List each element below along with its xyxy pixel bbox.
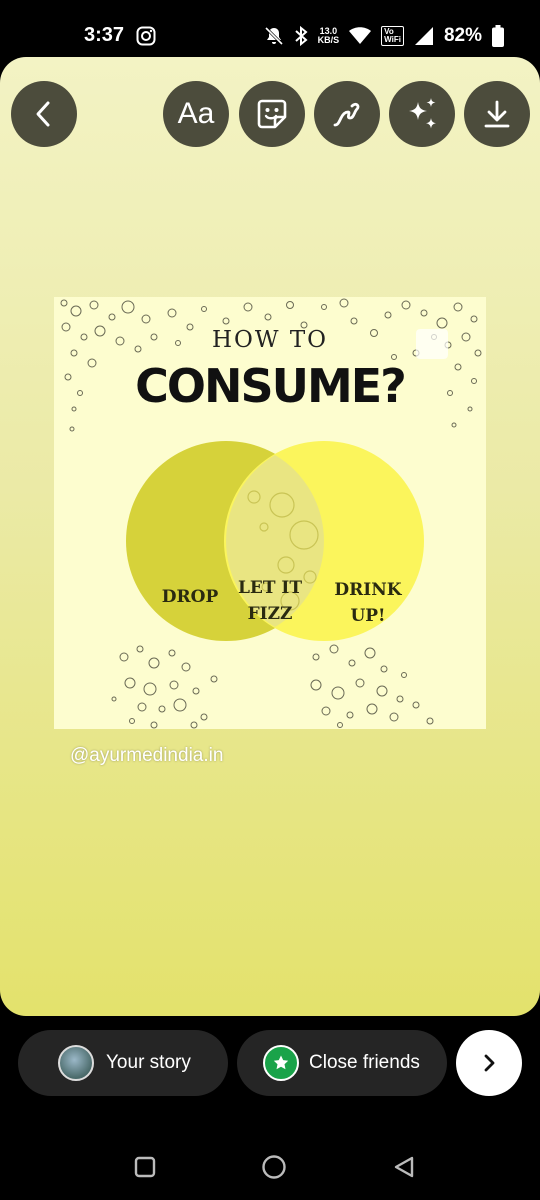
instagram-icon: [136, 26, 156, 46]
back-button[interactable]: [11, 81, 77, 147]
back-triangle-icon: [394, 1156, 414, 1178]
post-image[interactable]: HOW TO CONSUME? DROP LET IT FIZZ DRINK U…: [54, 297, 486, 729]
your-story-label: Your story: [106, 1052, 191, 1073]
venn-label-left: DROP: [150, 584, 230, 610]
recents-button[interactable]: [132, 1154, 158, 1180]
venn-label-middle: LET IT FIZZ: [230, 575, 310, 627]
recents-square-icon: [134, 1156, 156, 1178]
status-bar: 3:37 13.0 KB/S Vo WiFi 82%: [0, 0, 540, 60]
wifi-icon: [349, 27, 372, 44]
venn-middle-line2: FIZZ: [247, 604, 293, 624]
avatar: [58, 1045, 94, 1081]
download-button[interactable]: [464, 81, 530, 147]
venn-left-text: DROP: [161, 587, 219, 607]
chevron-right-icon: [484, 1054, 495, 1072]
post-heading-small: HOW TO: [211, 327, 329, 353]
volte-badge: Vo WiFi: [381, 26, 404, 46]
close-friends-label: Close friends: [309, 1052, 420, 1073]
battery-percent: 82%: [443, 25, 482, 46]
draw-icon: [333, 102, 360, 127]
net-speed-unit: KB/S: [317, 35, 340, 45]
your-story-button[interactable]: Your story: [18, 1030, 228, 1096]
venn-middle-line1: LET IT: [237, 578, 303, 598]
cell-signal-icon: [414, 27, 433, 45]
close-friends-button[interactable]: Close friends: [237, 1030, 447, 1096]
net-speed: 13.0 KB/S: [318, 27, 340, 45]
post-heading-large: CONSUME?: [135, 359, 407, 413]
back-nav-button[interactable]: [391, 1154, 417, 1180]
sticker-button[interactable]: [239, 81, 305, 147]
sticker-icon: [257, 99, 287, 129]
draw-button[interactable]: [314, 81, 380, 147]
home-circle-icon: [262, 1155, 286, 1179]
story-canvas: Aa HOW TO CONSUME? DROP LET IT FIZZ DRIN…: [0, 57, 540, 1016]
effects-button[interactable]: [389, 81, 455, 147]
account-handle[interactable]: @ayurmedindia.in: [70, 745, 223, 767]
effects-icon: [409, 98, 436, 129]
home-button[interactable]: [261, 1154, 287, 1180]
venn-label-right: DRINK UP!: [328, 577, 408, 629]
mute-notification-icon: [264, 26, 283, 46]
bubbles-bottom-left: [111, 645, 218, 729]
close-friends-star-icon: [263, 1045, 299, 1081]
status-icons: 13.0 KB/S Vo WiFi 82%: [264, 20, 504, 52]
text-tool-label: Aa: [177, 97, 215, 130]
bubbles-bottom-right: [310, 644, 434, 728]
volte-line2: WiFi: [384, 35, 401, 44]
download-icon: [484, 100, 510, 128]
system-navbar: [0, 1130, 540, 1200]
next-button[interactable]: [456, 1030, 522, 1096]
text-tool-button[interactable]: Aa: [163, 81, 229, 147]
chevron-left-icon: [36, 101, 50, 127]
venn-right-line1: DRINK: [334, 580, 402, 600]
status-time: 3:37: [84, 24, 125, 46]
venn-right-line2: UP!: [350, 606, 386, 626]
bluetooth-icon: [294, 25, 308, 47]
battery-icon: [492, 25, 504, 47]
